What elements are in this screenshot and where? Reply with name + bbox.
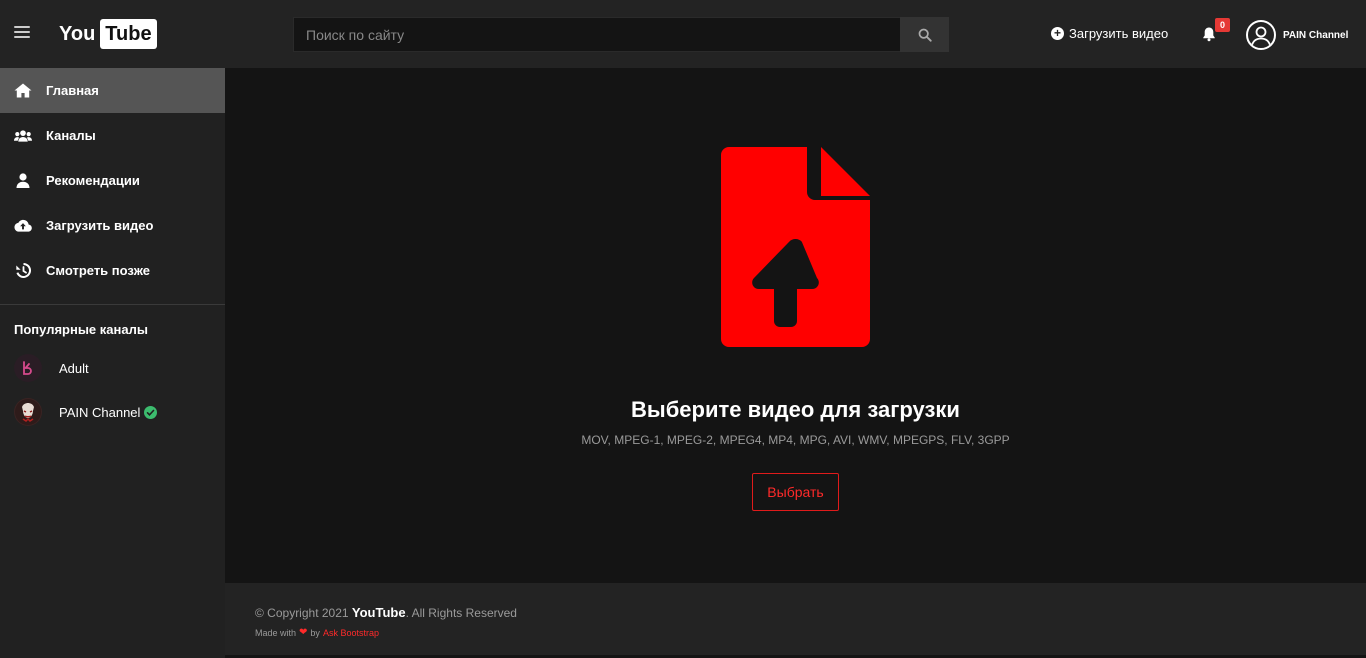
sidebar-item-recommendations[interactable]: Рекомендации — [0, 158, 225, 203]
made-with-line: Made with ❤ by Ask Bootstrap — [255, 627, 379, 638]
history-icon — [14, 263, 32, 279]
footer-brand: YouTube — [351, 605, 406, 620]
file-upload-icon[interactable] — [721, 147, 870, 347]
supported-formats: MOV, MPEG-1, MPEG-2, MPEG4, MP4, MPG, AV… — [581, 433, 1010, 447]
heart-icon: ❤ — [299, 627, 308, 638]
upload-main-area: Выберите видео для загрузки MOV, MPEG-1,… — [225, 68, 1366, 583]
sidebar-item-home[interactable]: Главная — [0, 68, 225, 113]
by-label: by — [310, 627, 320, 638]
site-logo[interactable]: You Tube — [59, 18, 157, 50]
copyright-text: © Copyright 2021 YouTube. All Rights Res… — [255, 605, 517, 620]
channel-name: Adult — [59, 360, 89, 376]
top-navbar: You Tube + Загрузить видео 0 PAIN Channe… — [0, 0, 1366, 68]
copyright-suffix: . All Rights Reserved — [405, 606, 517, 620]
users-icon — [14, 128, 32, 144]
copyright-prefix: © Copyright 2021 — [255, 606, 352, 620]
upload-video-label: Загрузить видео — [1069, 26, 1169, 41]
sidebar-item-label: Рекомендации — [46, 173, 140, 188]
search-icon — [918, 28, 932, 42]
sidebar-item-watch-later[interactable]: Смотреть позже — [0, 248, 225, 293]
cloud-upload-icon — [14, 218, 32, 234]
sidebar-item-channels[interactable]: Каналы — [0, 113, 225, 158]
sidebar-item-label: Смотреть позже — [46, 263, 150, 278]
logo-text-you: You — [59, 22, 96, 45]
user-icon — [14, 173, 32, 189]
verified-check-icon — [144, 405, 158, 419]
channel-avatar — [14, 398, 42, 426]
upload-video-link[interactable]: + Загрузить видео — [1051, 26, 1168, 41]
made-with-label: Made with — [255, 627, 297, 638]
search-bar — [293, 17, 949, 52]
upload-title: Выберите видео для загрузки — [631, 397, 960, 422]
account-name: PAIN Channel — [1283, 29, 1349, 41]
user-avatar-icon — [1246, 20, 1276, 50]
search-input[interactable] — [293, 17, 900, 52]
sidebar: Главная Каналы Рекомендации Загрузить ви… — [0, 68, 225, 658]
author-link[interactable]: Ask Bootstrap — [323, 628, 379, 638]
logo-text-tube: Tube — [100, 19, 157, 49]
channel-item-pain[interactable]: PAIN Channel — [0, 390, 225, 434]
notification-badge: 0 — [1215, 18, 1230, 32]
sidebar-item-upload[interactable]: Загрузить видео — [0, 203, 225, 248]
account-menu[interactable]: PAIN Channel — [1246, 20, 1348, 50]
popular-channels-heading: Популярные каналы — [14, 322, 148, 337]
sidebar-item-label: Загрузить видео — [46, 218, 154, 233]
channel-item-adult[interactable]: Adult — [0, 346, 225, 390]
home-icon — [14, 83, 32, 99]
channel-name: PAIN Channel — [59, 404, 141, 420]
hamburger-menu-icon[interactable] — [14, 26, 30, 40]
search-button[interactable] — [900, 17, 949, 52]
choose-file-button[interactable]: Выбрать — [752, 473, 839, 511]
plus-circle-icon: + — [1051, 27, 1064, 40]
sidebar-item-label: Каналы — [46, 128, 96, 143]
footer: © Copyright 2021 YouTube. All Rights Res… — [225, 583, 1366, 655]
sidebar-item-label: Главная — [46, 83, 99, 98]
channel-avatar — [14, 354, 42, 382]
